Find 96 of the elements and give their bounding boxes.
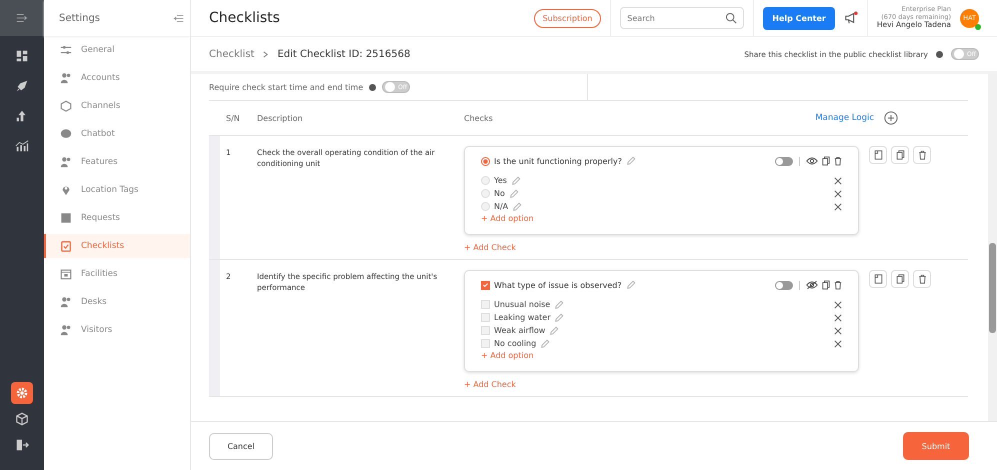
dashboard-icon [15,49,29,63]
sidebar-title: Settings [59,12,100,24]
add-option-link[interactable]: + Add option [481,350,534,361]
sidebar-item[interactable]: Features [44,150,190,174]
option-text: N/A [494,202,508,211]
menu-item-icon [60,72,72,84]
copy-icon [896,274,904,284]
question-text: Is the unit functioning properly? [494,156,622,166]
duplicate-button[interactable] [869,270,887,288]
menu-item-icon [60,296,72,308]
trash-icon[interactable] [834,280,842,290]
trash-icon [918,150,926,160]
copy-button[interactable] [891,270,909,288]
option-text: No [494,189,505,198]
sidebar-item[interactable]: Chatbot [44,122,190,146]
close-icon[interactable] [834,340,842,348]
settings-icon [15,386,29,400]
cancel-button[interactable]: Cancel [209,432,273,460]
add-option-link[interactable]: + Add option [481,213,534,224]
search-icon [725,12,738,24]
page-title: Checklists [209,10,281,26]
document-icon [874,150,882,160]
megaphone-icon[interactable] [844,11,858,25]
trash-icon[interactable] [834,156,842,166]
chart-icon [15,139,29,153]
sidebar-item[interactable]: Channels [44,94,190,118]
rocket-icon [15,79,29,93]
copy-icon[interactable] [822,280,830,290]
submit-button[interactable]: Submit [903,432,969,460]
copy-icon[interactable] [822,156,830,166]
question-text: What type of issue is observed? [494,280,622,290]
sidebar-item[interactable]: Desks [44,290,190,314]
option-text: Leaking water [494,313,550,322]
duplicate-button[interactable] [869,146,887,164]
document-icon [874,274,882,284]
menu-item-icon [60,100,72,112]
cube-icon [15,412,29,426]
menu-item-icon [60,184,72,196]
subscription-button[interactable]: Subscription [534,8,602,28]
menu-item-icon [60,240,72,252]
delete-button[interactable] [913,270,931,288]
breadcrumb-link[interactable]: Checklist [209,48,254,60]
sidebar-item[interactable]: Accounts [44,66,190,90]
sidebar-item[interactable]: Checklists [44,234,190,258]
option-text: No cooling [494,339,536,348]
sidebar-item[interactable]: Requests [44,206,190,230]
drag-handle[interactable] [209,260,220,396]
menu-item-icon [60,268,72,280]
chevron-icon [262,50,270,58]
collapse-icon[interactable] [173,12,184,24]
column-header: Description [257,114,304,122]
copy-icon [896,150,904,160]
menu-item-icon [60,212,72,224]
option-text: Yes [494,176,507,185]
require-time-label: Require check start time and end time [209,82,364,92]
menu-item-icon [60,44,72,56]
menu-item-icon [60,128,72,140]
radio-button[interactable] [481,156,490,166]
column-header: S/N [225,114,241,122]
close-icon[interactable] [834,314,842,322]
sidebar-item[interactable]: General [44,38,190,62]
close-icon[interactable] [834,202,842,210]
scrollbar-thumb[interactable] [989,242,996,332]
add-check-link[interactable]: + Add Check [464,242,516,253]
search-field[interactable]: Search [620,7,744,29]
close-icon[interactable] [834,300,842,308]
copy-button[interactable] [891,146,909,164]
option-text: Unusual noise [494,300,550,309]
info-icon [369,84,376,90]
toggle-switch[interactable] [775,280,793,290]
add-icon[interactable] [884,111,898,125]
manage-logic-link[interactable]: Manage Logic [809,112,880,124]
checkbox[interactable] [481,280,490,290]
menu-item-icon [60,324,72,336]
option-text: Weak airflow [494,326,546,335]
menu-item-icon [60,156,72,168]
sidebar-item[interactable]: Facilities [44,262,190,286]
logout-icon [15,438,29,452]
sidebar-item[interactable]: Visitors [44,318,190,342]
column-header: Checks [464,114,494,122]
toggle-switch[interactable] [775,156,793,166]
sidebar-item[interactable]: Location Tags [44,178,190,202]
menu-icon[interactable] [16,12,28,24]
info-icon [936,50,943,58]
eye-icon[interactable] [806,156,818,166]
close-icon[interactable] [834,326,842,334]
close-icon[interactable] [834,190,842,198]
breadcrumb-current: Edit Checklist ID: 2516568 [277,48,410,60]
help-center-button[interactable]: Help Center [763,6,835,30]
trash-icon [918,274,926,284]
rail-button[interactable] [11,382,33,404]
add-check-link[interactable]: + Add Check [464,379,516,390]
drag-handle[interactable] [209,136,220,259]
close-icon[interactable] [834,176,842,184]
eye-slash-icon[interactable] [806,280,818,290]
delete-button[interactable] [913,146,931,164]
